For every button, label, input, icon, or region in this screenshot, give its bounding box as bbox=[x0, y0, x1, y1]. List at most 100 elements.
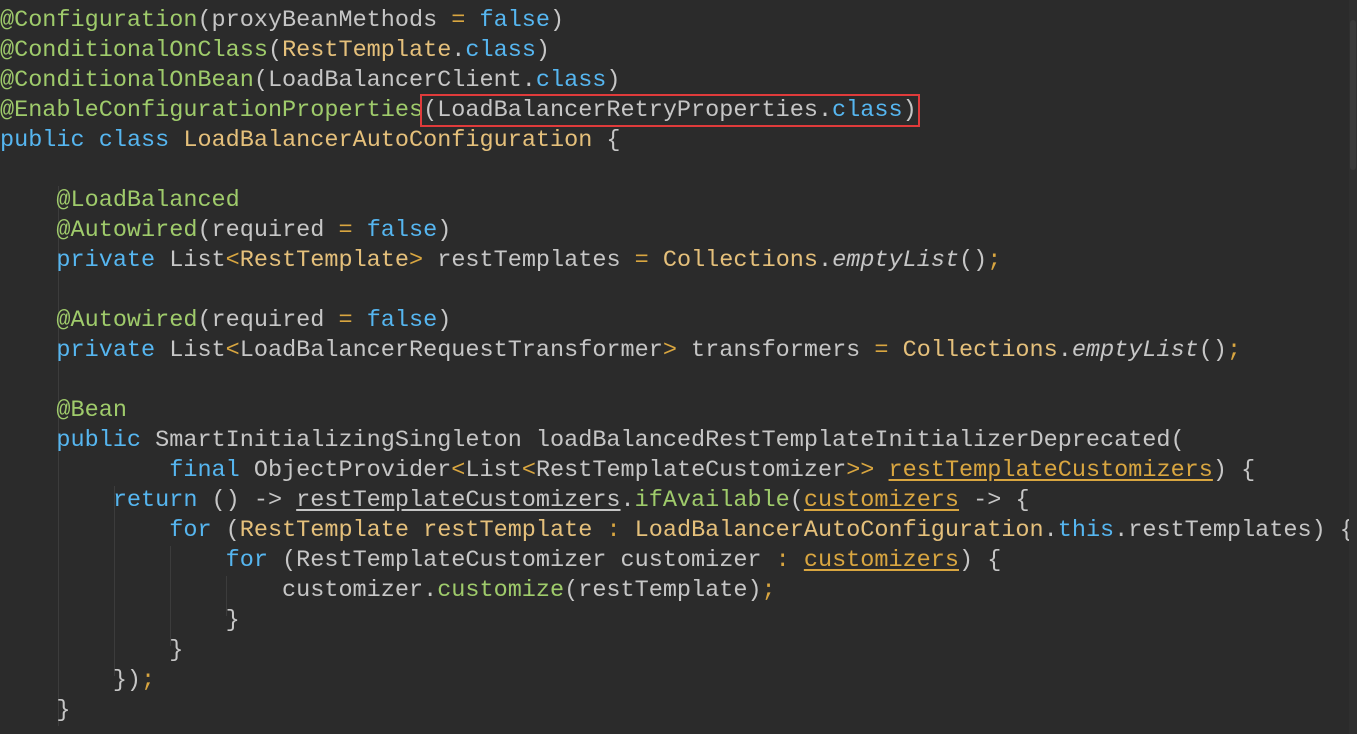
code-token: : bbox=[606, 517, 621, 544]
code-line[interactable]: @Bean bbox=[0, 396, 1354, 426]
code-token: class bbox=[535, 67, 607, 94]
code-line[interactable]: return () -> restTemplateCustomizers.ifA… bbox=[0, 486, 1354, 516]
code-line[interactable]: @ConditionalOnBean(LoadBalancerClient.cl… bbox=[0, 66, 1354, 96]
code-token: false bbox=[366, 217, 438, 244]
code-token: : bbox=[775, 547, 790, 574]
code-token: } bbox=[169, 637, 184, 664]
code-token: @Configuration bbox=[0, 7, 198, 34]
code-token: ; bbox=[987, 247, 1002, 274]
code-line[interactable]: @Autowired(required = false) bbox=[0, 306, 1354, 336]
code-token: customizers bbox=[803, 547, 959, 574]
code-token: > bbox=[662, 337, 677, 364]
code-token: LoadBalancerAutoConfiguration bbox=[634, 517, 1044, 544]
highlight-box: (LoadBalancerRetryProperties.class) bbox=[420, 94, 920, 127]
code-line[interactable]: } bbox=[0, 636, 1354, 666]
code-line[interactable]: customizer.customize(restTemplate); bbox=[0, 576, 1354, 606]
code-token: false bbox=[479, 7, 551, 34]
code-token: emptyList bbox=[1071, 337, 1199, 364]
code-token: ( bbox=[789, 487, 804, 514]
code-line[interactable]: @EnableConfigurationProperties(LoadBalan… bbox=[0, 94, 1354, 127]
code-line[interactable]: } bbox=[0, 606, 1354, 636]
code-token: (restTemplate) bbox=[564, 577, 762, 604]
code-token: (proxyBeanMethods bbox=[197, 7, 452, 34]
code-token: @Bean bbox=[56, 397, 127, 424]
code-line[interactable]: @Configuration(proxyBeanMethods = false) bbox=[0, 6, 1354, 36]
code-token: () -> bbox=[197, 487, 297, 514]
code-token: List bbox=[155, 247, 226, 274]
code-line[interactable]: @LoadBalanced bbox=[0, 186, 1354, 216]
code-token: . bbox=[1057, 337, 1072, 364]
code-line[interactable]: for (RestTemplateCustomizer customizer :… bbox=[0, 546, 1354, 576]
code-token: ) bbox=[437, 307, 452, 334]
code-token: LoadBalancerRequestTransformer bbox=[239, 337, 663, 364]
code-line[interactable]: @ConditionalOnClass(RestTemplate.class) bbox=[0, 36, 1354, 66]
code-token: @Autowired bbox=[56, 307, 198, 334]
code-token: -> { bbox=[959, 487, 1030, 514]
code-token: @ConditionalOnBean bbox=[0, 67, 254, 94]
code-line[interactable] bbox=[0, 276, 1354, 306]
code-token: restTemplates bbox=[423, 247, 635, 274]
code-line[interactable]: private List<RestTemplate> restTemplates… bbox=[0, 246, 1354, 276]
code-token: > bbox=[409, 247, 424, 274]
code-line[interactable]: @Autowired(required = false) bbox=[0, 216, 1354, 246]
code-token: < bbox=[521, 457, 536, 484]
code-token: emptyList bbox=[832, 247, 960, 274]
code-token: List bbox=[465, 457, 522, 484]
code-token: for bbox=[225, 547, 268, 574]
code-token: }) bbox=[112, 667, 142, 694]
code-editor[interactable]: @Configuration(proxyBeanMethods = false)… bbox=[0, 0, 1357, 734]
code-token: customizer. bbox=[282, 577, 438, 604]
code-token: private bbox=[56, 247, 156, 274]
code-line[interactable]: public class LoadBalancerAutoConfigurati… bbox=[0, 126, 1354, 156]
code-line[interactable]: for (RestTemplate restTemplate : LoadBal… bbox=[0, 516, 1354, 546]
code-token: (required bbox=[197, 307, 339, 334]
scrollbar-thumb[interactable] bbox=[1350, 20, 1356, 170]
code-token: transformers bbox=[676, 337, 875, 364]
code-token: () bbox=[1198, 337, 1227, 364]
code-token: ) bbox=[437, 217, 452, 244]
code-token: class bbox=[832, 97, 903, 124]
code-line[interactable]: private List<LoadBalancerRequestTransfor… bbox=[0, 336, 1354, 366]
code-line[interactable] bbox=[0, 366, 1354, 396]
code-token: . bbox=[1043, 517, 1058, 544]
code-token: (LoadBalancerRetryProperties. bbox=[423, 97, 833, 124]
code-token: ( bbox=[267, 37, 283, 64]
code-token: private bbox=[56, 337, 156, 364]
code-text[interactable]: @Configuration(proxyBeanMethods = false)… bbox=[0, 6, 1354, 726]
code-token: < bbox=[225, 337, 240, 364]
code-token: @Autowired bbox=[56, 217, 198, 244]
code-token: () bbox=[959, 247, 988, 274]
code-token: @LoadBalanced bbox=[56, 187, 240, 214]
code-line[interactable] bbox=[0, 156, 1354, 186]
code-line[interactable]: public SmartInitializingSingleton loadBa… bbox=[0, 426, 1354, 456]
code-token: return bbox=[112, 487, 198, 514]
code-token: ) { bbox=[959, 547, 1002, 574]
code-line[interactable]: } bbox=[0, 696, 1354, 726]
code-token: @ConditionalOnClass bbox=[0, 37, 268, 64]
code-token: ) bbox=[535, 37, 551, 64]
code-token: Collections bbox=[902, 337, 1058, 364]
code-token: final bbox=[169, 457, 240, 484]
code-token: RestTemplate bbox=[239, 247, 409, 274]
code-token: . bbox=[451, 37, 466, 64]
vertical-scrollbar[interactable] bbox=[1349, 0, 1357, 734]
code-line[interactable]: }); bbox=[0, 666, 1354, 696]
code-token: RestTemplate bbox=[282, 37, 452, 64]
code-token: public bbox=[56, 427, 142, 454]
code-line[interactable]: final ObjectProvider<List<RestTemplateCu… bbox=[0, 456, 1354, 486]
code-token: = bbox=[338, 217, 353, 244]
code-token: (RestTemplateCustomizer customizer bbox=[267, 547, 776, 574]
code-token: LoadBalancerAutoConfiguration bbox=[183, 127, 593, 154]
code-token: ObjectProvider bbox=[239, 457, 452, 484]
code-token: ) bbox=[550, 7, 565, 34]
